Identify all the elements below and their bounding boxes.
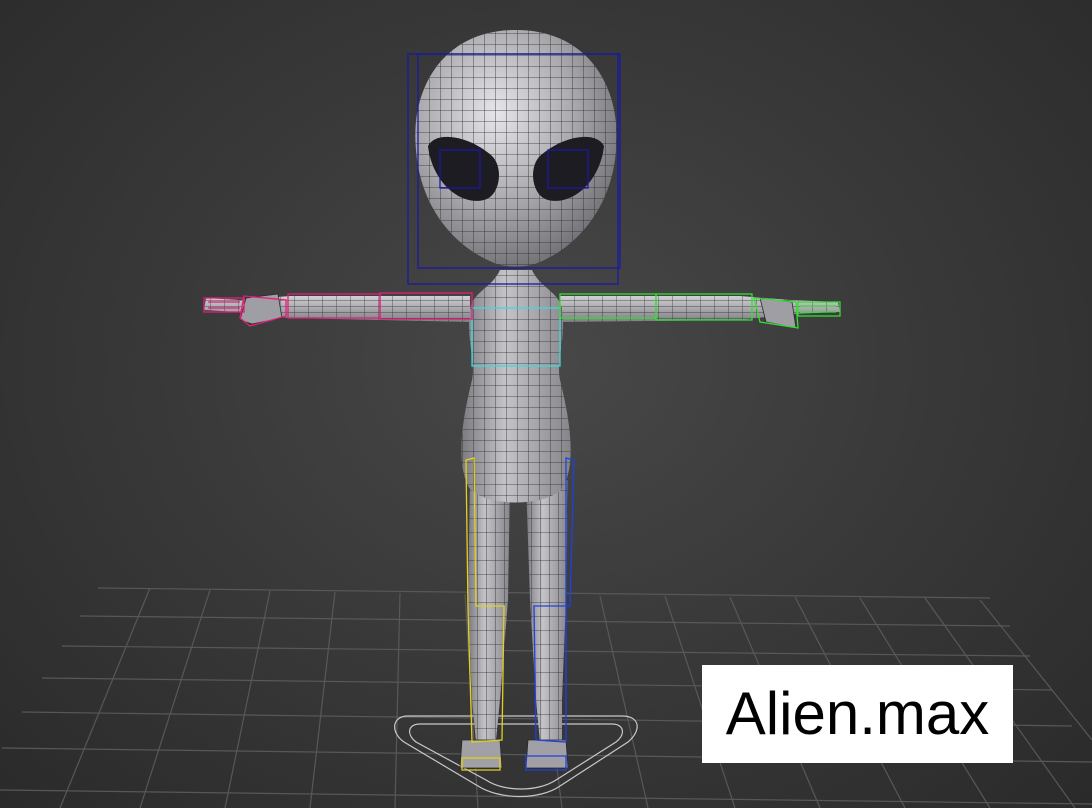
filename-label: Alien.max [702, 665, 1013, 763]
legs-mesh[interactable] [459, 480, 569, 769]
head-mesh[interactable] [410, 28, 622, 270]
torso-mesh[interactable] [461, 270, 571, 503]
3d-viewport[interactable]: Alien.max [0, 0, 1092, 808]
